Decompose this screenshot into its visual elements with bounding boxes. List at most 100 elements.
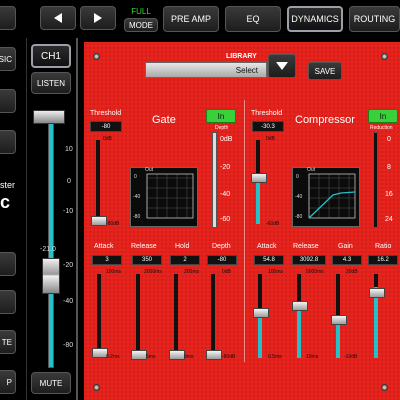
comp-gain-knob[interactable] — [331, 315, 347, 325]
comp-threshold-bottom: -60dB — [266, 221, 280, 227]
comp-ratio-value: 16.2 — [368, 255, 398, 265]
save-button[interactable]: SAVE — [308, 62, 342, 80]
left-button-7[interactable]: TE — [0, 330, 16, 354]
comp-gain-min: -10dB — [344, 354, 358, 360]
comp-gain-max: 20dB — [346, 269, 358, 275]
gate-threshold-slider[interactable] — [91, 140, 107, 226]
comp-release-max: 5000ms — [306, 269, 324, 275]
gate-graph-grid — [146, 173, 194, 219]
left-button-8[interactable]: P — [0, 370, 16, 394]
gate-threshold-knob[interactable] — [91, 216, 107, 226]
left-button-6[interactable] — [0, 290, 16, 314]
gate-depth-slider[interactable] — [206, 274, 222, 360]
gate-depth-scale-1: -20 — [220, 164, 231, 171]
gate-transfer-graph: Out 0 -40 -80 — [130, 167, 198, 227]
channel-scale-minus40: -40 — [63, 298, 74, 305]
comp-ratio-slider[interactable] — [369, 274, 385, 358]
library-dropdown-button[interactable] — [268, 54, 296, 78]
mode-button[interactable]: MODE — [124, 18, 158, 32]
gate-depth-value: -80 — [207, 255, 237, 265]
comp-ratio-knob[interactable] — [369, 288, 385, 298]
gate-attack-max: 100ms — [106, 269, 122, 275]
comp-reduction-label: Reduction — [370, 125, 393, 131]
comp-graph-grid — [308, 173, 356, 219]
gate-hold-label: Hold — [175, 243, 190, 250]
comp-in-button[interactable]: In — [368, 109, 398, 123]
comp-threshold-value: -30.3 — [252, 121, 284, 132]
channel-scale-minus80: -80 — [63, 342, 74, 349]
section-divider — [244, 100, 245, 362]
comp-ratio-label: Ratio — [375, 243, 392, 250]
tab-eq[interactable]: EQ — [225, 6, 281, 32]
comp-threshold-slider[interactable] — [251, 140, 267, 224]
channel-fader-knob[interactable] — [42, 258, 60, 294]
channel-name-button[interactable]: CH1 — [31, 44, 71, 68]
triangle-right-icon — [94, 13, 102, 23]
comp-gain-slider[interactable] — [331, 274, 347, 358]
gate-release-knob[interactable] — [131, 350, 147, 360]
gate-hold-max: 200ms — [184, 269, 200, 275]
left-button-4[interactable] — [0, 130, 16, 154]
screw-top-left — [93, 53, 100, 60]
left-button-1[interactable] — [0, 6, 16, 30]
comp-attack-slider[interactable] — [253, 274, 269, 358]
left-button-3[interactable] — [0, 89, 16, 113]
gate-attack-value: 3 — [92, 255, 122, 265]
next-button[interactable] — [80, 6, 116, 30]
comp-release-slider[interactable] — [292, 274, 308, 358]
gate-depth-scale-2: -40 — [220, 191, 231, 198]
comp-attack-min: 0.5ms — [268, 354, 282, 360]
screw-bottom-left — [93, 384, 100, 391]
gate-attack-slider[interactable] — [92, 274, 108, 358]
gate-attack-min: 0.2ms — [106, 354, 120, 360]
gate-in-button[interactable]: In — [206, 109, 236, 123]
comp-attack-knob[interactable] — [253, 308, 269, 318]
channel-fader-value: -21.0 — [40, 246, 56, 253]
channel-fader-cap — [33, 110, 65, 124]
gate-graph-tick-2: -80 — [133, 214, 141, 220]
comp-release-knob[interactable] — [292, 301, 308, 311]
comp-gain-value: 4.3 — [332, 255, 362, 265]
comp-release-label: Release — [293, 243, 319, 250]
left-button-5[interactable] — [0, 252, 16, 276]
comp-attack-value: 54.8 — [254, 255, 284, 265]
channel-scale-0: 0 — [67, 178, 71, 185]
gate-hold-min: 0ms — [184, 354, 194, 360]
channel-scale-10: 10 — [65, 146, 73, 153]
triangle-down-icon — [276, 62, 288, 70]
tab-pre-amp[interactable]: PRE AMP — [163, 6, 219, 32]
gate-hold-slider[interactable] — [169, 274, 185, 360]
gate-release-slider[interactable] — [131, 274, 147, 360]
gate-graph-out-label: Out — [145, 167, 154, 173]
gate-hold-knob[interactable] — [169, 350, 185, 360]
channel-fader-fill — [49, 119, 53, 367]
comp-threshold-knob[interactable] — [251, 173, 267, 183]
listen-button[interactable]: LISTEN — [31, 72, 71, 94]
gate-depth-scale-3: -60 — [220, 216, 231, 223]
mute-button[interactable]: MUTE — [31, 372, 71, 394]
prev-button[interactable] — [40, 6, 76, 30]
comp-threshold-top: 0dB — [266, 136, 275, 142]
gate-depth-knob[interactable] — [206, 350, 222, 360]
triangle-left-icon — [54, 13, 62, 23]
gate-depth-label: Depth — [212, 243, 231, 250]
tab-routing[interactable]: ROUTING — [349, 6, 400, 32]
gate-depth-meter-label: Depth — [215, 125, 229, 131]
library-select[interactable]: Select — [145, 62, 267, 78]
brand-big: c — [0, 192, 11, 212]
comp-graph-tick-0: 0 — [296, 174, 299, 180]
screw-top-right — [381, 53, 388, 60]
mode-status: FULL — [131, 7, 151, 16]
gate-release-label: Release — [131, 243, 157, 250]
tab-dynamics[interactable]: DYNAMICS — [287, 6, 343, 32]
left-button-2[interactable]: SIC — [0, 47, 16, 71]
channel-fader-track[interactable] — [48, 118, 54, 368]
comp-reduction-scale-2: 16 — [385, 191, 393, 198]
comp-attack-label: Attack — [257, 243, 277, 250]
gate-threshold-label: Threshold — [90, 110, 122, 117]
gate-release-value: 350 — [132, 255, 162, 265]
brand-text: ster — [0, 180, 16, 190]
channel-scale-minus10: -10 — [63, 208, 74, 215]
comp-release-value: 3092.8 — [292, 255, 326, 265]
gate-depth-max: 0dB — [222, 269, 231, 275]
